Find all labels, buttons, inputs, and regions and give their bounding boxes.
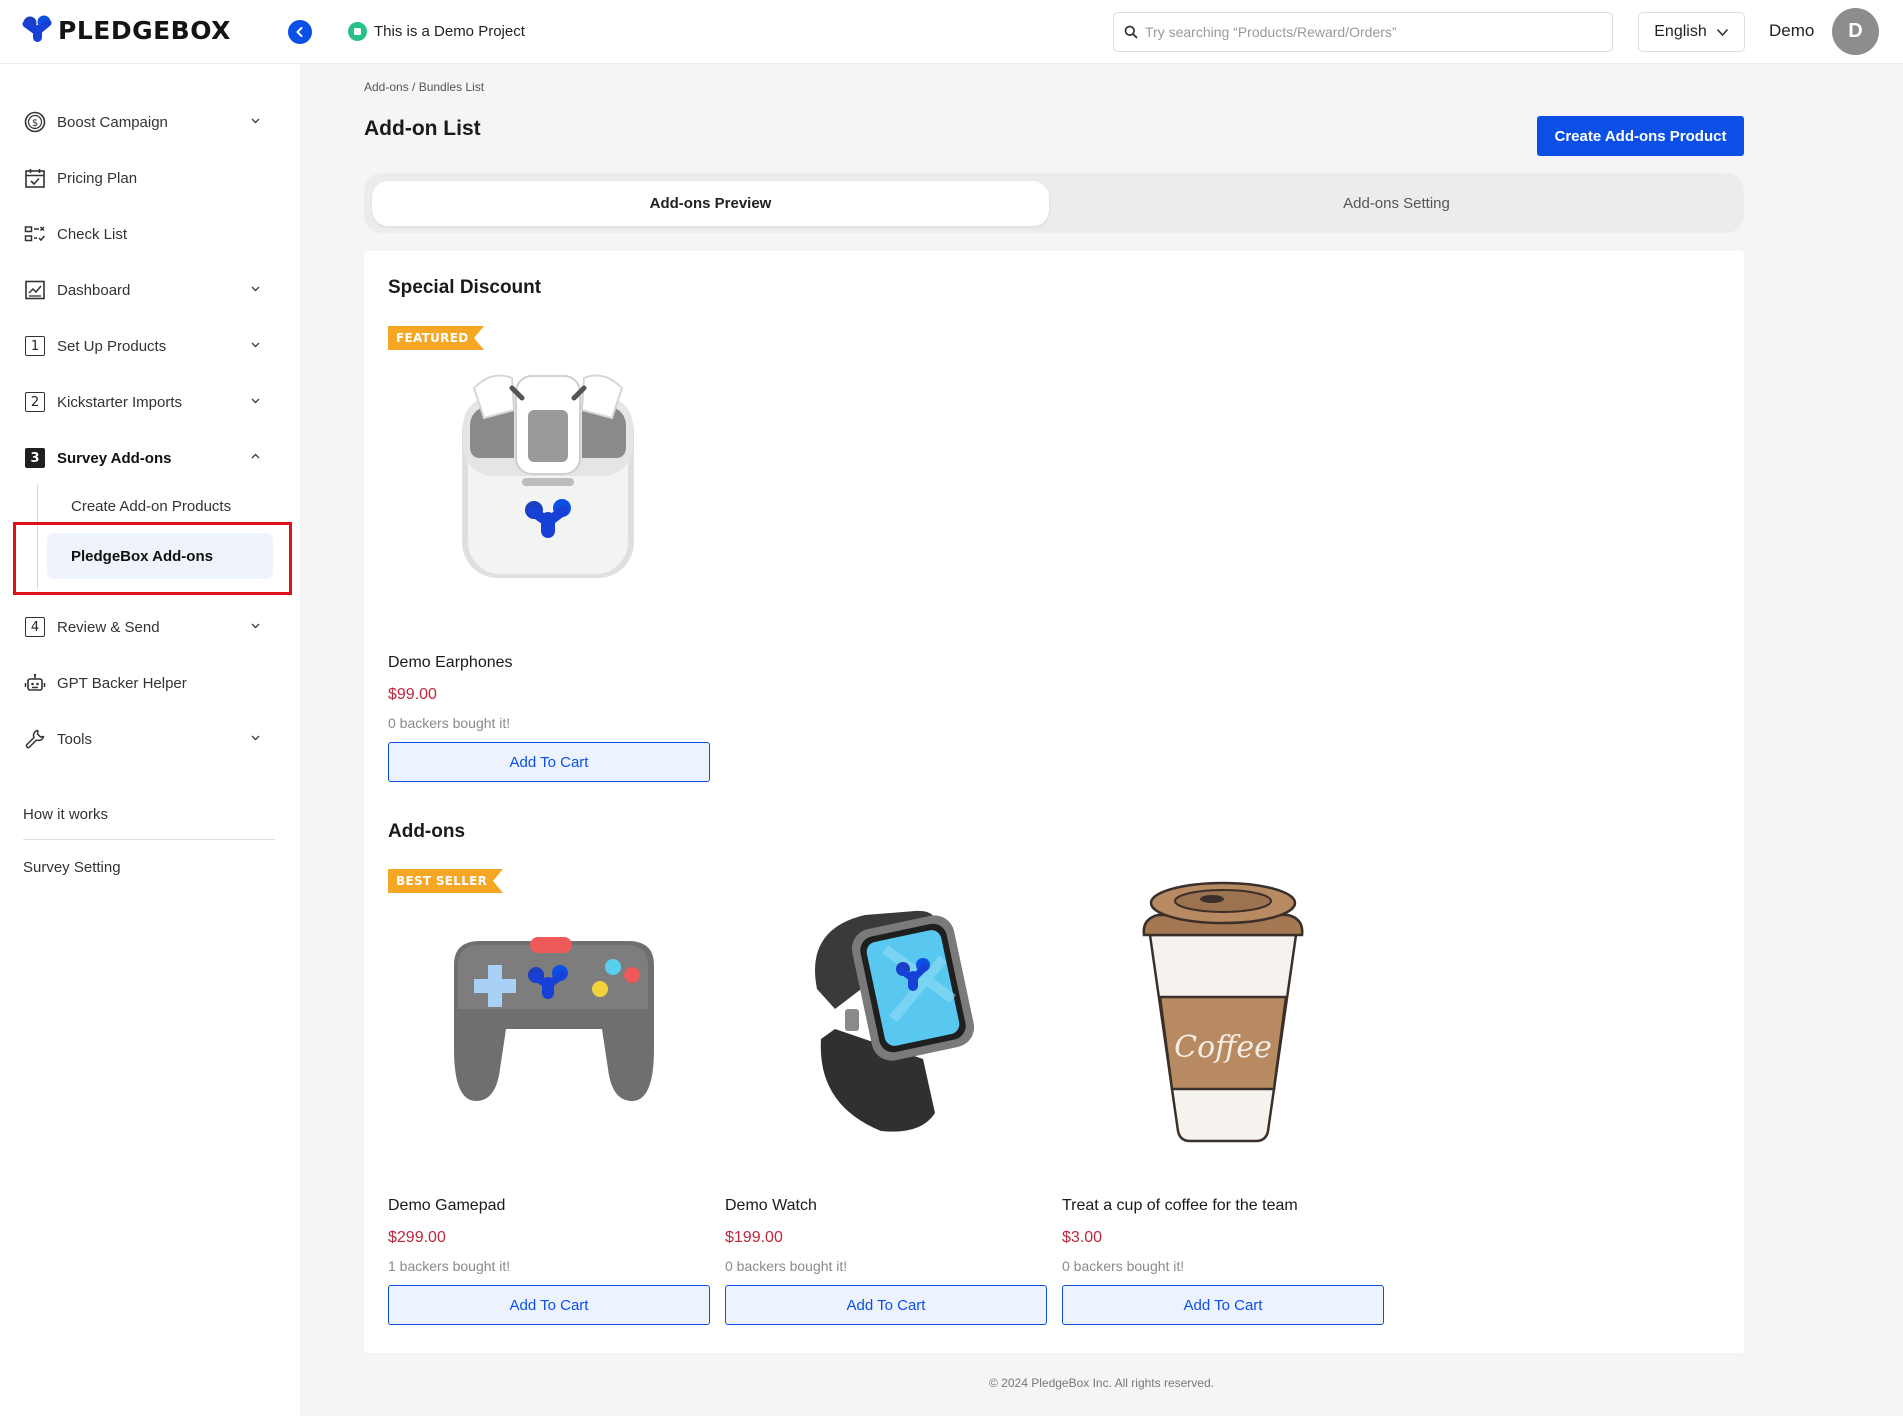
brand-logo[interactable]: PLEDGEBOX bbox=[22, 14, 231, 46]
gamepad-image bbox=[388, 869, 710, 1199]
checklist-icon bbox=[23, 222, 47, 246]
sidebar-item-label: Boost Campaign bbox=[57, 113, 168, 131]
sidebar-subitem-pledgebox-add-ons[interactable]: PledgeBox Add-ons bbox=[47, 533, 273, 579]
sidebar-item-dashboard[interactable]: Dashboard bbox=[23, 275, 273, 305]
featured-badge: FEATURED bbox=[388, 326, 485, 350]
product-backers-count: 0 backers bought it! bbox=[1062, 1258, 1185, 1274]
sidebar-item-label: Kickstarter Imports bbox=[57, 393, 183, 411]
product-backers-count: 0 backers bought it! bbox=[388, 715, 511, 731]
product-price: $299.00 bbox=[388, 1229, 446, 1246]
view-tabs: Add-ons Preview Add-ons Setting bbox=[364, 173, 1744, 233]
sidebar-divider bbox=[23, 839, 275, 840]
add-to-cart-button[interactable]: Add To Cart bbox=[725, 1285, 1047, 1325]
chevron-up-icon bbox=[251, 453, 260, 459]
product-card-earphones: FEATURED Demo Earphones $99.00 0 backers… bbox=[388, 326, 710, 788]
sidebar-item-label: Check List bbox=[57, 225, 128, 243]
sidebar-item-review-send[interactable]: 4 Review & Send bbox=[23, 612, 273, 642]
sidebar-item-kickstarter-imports[interactable]: 2 Kickstarter Imports bbox=[23, 387, 273, 417]
search-icon bbox=[1124, 25, 1138, 39]
number-1-icon: 1 bbox=[23, 334, 47, 358]
sidebar-item-label: GPT Backer Helper bbox=[57, 674, 187, 692]
brand-name: PLEDGEBOX bbox=[58, 15, 231, 45]
earphones-image bbox=[388, 326, 710, 656]
sidebar-item-gpt-backer-helper[interactable]: GPT Backer Helper bbox=[23, 668, 273, 698]
language-label: English bbox=[1654, 23, 1707, 40]
sidebar-item-survey-add-ons[interactable]: 3 Survey Add-ons bbox=[23, 443, 273, 473]
chart-icon bbox=[23, 278, 47, 302]
sidebar-item-label: Review & Send bbox=[57, 618, 160, 636]
number-2-icon: 2 bbox=[23, 390, 47, 414]
user-name[interactable]: Demo bbox=[1769, 21, 1814, 41]
sidebar-item-label: Pricing Plan bbox=[57, 169, 138, 187]
add-to-cart-button[interactable]: Add To Cart bbox=[388, 1285, 710, 1325]
product-name: Demo Earphones bbox=[388, 654, 513, 671]
survey-setting-link[interactable]: Survey Setting bbox=[23, 859, 121, 876]
watch-image bbox=[725, 869, 1047, 1199]
number-4-icon: 4 bbox=[23, 615, 47, 639]
chevron-down-icon bbox=[251, 118, 260, 124]
robot-icon bbox=[23, 671, 47, 695]
svg-text:$: $ bbox=[32, 118, 38, 129]
chevron-left-icon bbox=[296, 27, 303, 37]
chevron-down-icon bbox=[251, 342, 260, 348]
product-name: Demo Gamepad bbox=[388, 1197, 506, 1214]
product-card-watch: Demo Watch $199.00 0 backers bought it! … bbox=[725, 869, 1047, 1331]
product-price: $3.00 bbox=[1062, 1229, 1103, 1246]
product-name: Demo Watch bbox=[725, 1197, 817, 1214]
create-add-ons-product-button[interactable]: Create Add-ons Product bbox=[1537, 116, 1744, 156]
section-title-special-discount: Special Discount bbox=[388, 277, 542, 298]
chevron-down-icon bbox=[251, 735, 260, 741]
sidebar-item-boost-campaign[interactable]: $ Boost Campaign bbox=[23, 107, 273, 137]
sidebar-collapse-button[interactable] bbox=[288, 20, 312, 44]
wrench-icon bbox=[23, 727, 47, 751]
add-to-cart-button[interactable]: Add To Cart bbox=[1062, 1285, 1384, 1325]
sidebar-item-tools[interactable]: Tools bbox=[23, 724, 273, 754]
sidebar-item-label: Set Up Products bbox=[57, 337, 167, 355]
demo-project-label: This is a Demo Project bbox=[374, 23, 525, 40]
coffee-cup-image: Coffee bbox=[1062, 869, 1384, 1199]
product-backers-count: 0 backers bought it! bbox=[725, 1258, 848, 1274]
submenu-guide-line bbox=[37, 484, 38, 589]
chevron-down-icon bbox=[251, 398, 260, 404]
demo-status-icon bbox=[348, 22, 367, 41]
product-price: $99.00 bbox=[388, 686, 437, 703]
chevron-down-icon bbox=[251, 286, 260, 292]
coffee-sleeve-text: Coffee bbox=[1174, 1030, 1272, 1065]
search-input[interactable] bbox=[1145, 24, 1585, 40]
dollar-circle-icon: $ bbox=[23, 110, 47, 134]
add-ons-preview-card: Special Discount FEATURED Demo Earphones… bbox=[364, 251, 1744, 1353]
product-backers-count: 1 backers bought it! bbox=[388, 1258, 511, 1274]
best-seller-badge: BEST SELLER bbox=[388, 869, 504, 893]
sidebar-item-check-list[interactable]: Check List bbox=[23, 219, 273, 249]
demo-project-indicator: This is a Demo Project bbox=[348, 22, 525, 41]
sidebar-item-pricing-plan[interactable]: Pricing Plan bbox=[23, 163, 273, 193]
chevron-down-icon bbox=[251, 623, 260, 629]
add-to-cart-button[interactable]: Add To Cart bbox=[388, 742, 710, 782]
sidebar-item-label: Dashboard bbox=[57, 281, 131, 299]
search-bar[interactable] bbox=[1113, 12, 1613, 52]
tab-add-ons-preview[interactable]: Add-ons Preview bbox=[372, 181, 1049, 226]
avatar[interactable]: D bbox=[1832, 8, 1879, 55]
language-select[interactable]: English bbox=[1638, 12, 1745, 52]
number-3-icon: 3 bbox=[23, 446, 47, 470]
calendar-check-icon bbox=[23, 166, 47, 190]
top-bar: PLEDGEBOX This is a Demo Project English… bbox=[0, 0, 1903, 64]
chevron-down-icon bbox=[1716, 28, 1728, 36]
footer-copyright: © 2024 PledgeBox Inc. All rights reserve… bbox=[989, 1376, 1214, 1390]
product-card-coffee: Coffee Treat a cup of coffee for the tea… bbox=[1062, 869, 1384, 1331]
product-card-gamepad: BEST SELLER Demo Gamepad $299.00 1 backe… bbox=[388, 869, 710, 1331]
sidebar: $ Boost Campaign Pricing Plan Check List… bbox=[0, 64, 300, 1416]
sidebar-item-label: Survey Add-ons bbox=[57, 449, 172, 467]
product-price: $199.00 bbox=[725, 1229, 783, 1246]
sidebar-item-label: Tools bbox=[57, 730, 93, 748]
pledgebox-logo-icon bbox=[22, 15, 52, 42]
product-name: Treat a cup of coffee for the team bbox=[1062, 1197, 1298, 1214]
breadcrumb: Add-ons / Bundles List bbox=[364, 80, 485, 94]
page-title: Add-on List bbox=[364, 117, 481, 140]
how-it-works-link[interactable]: How it works bbox=[23, 806, 108, 823]
tab-add-ons-setting[interactable]: Add-ons Setting bbox=[1057, 181, 1736, 226]
sidebar-item-set-up-products[interactable]: 1 Set Up Products bbox=[23, 331, 273, 361]
sidebar-subitem-create-add-on-products[interactable]: Create Add-on Products bbox=[47, 483, 273, 529]
section-title-add-ons: Add-ons bbox=[388, 821, 466, 842]
